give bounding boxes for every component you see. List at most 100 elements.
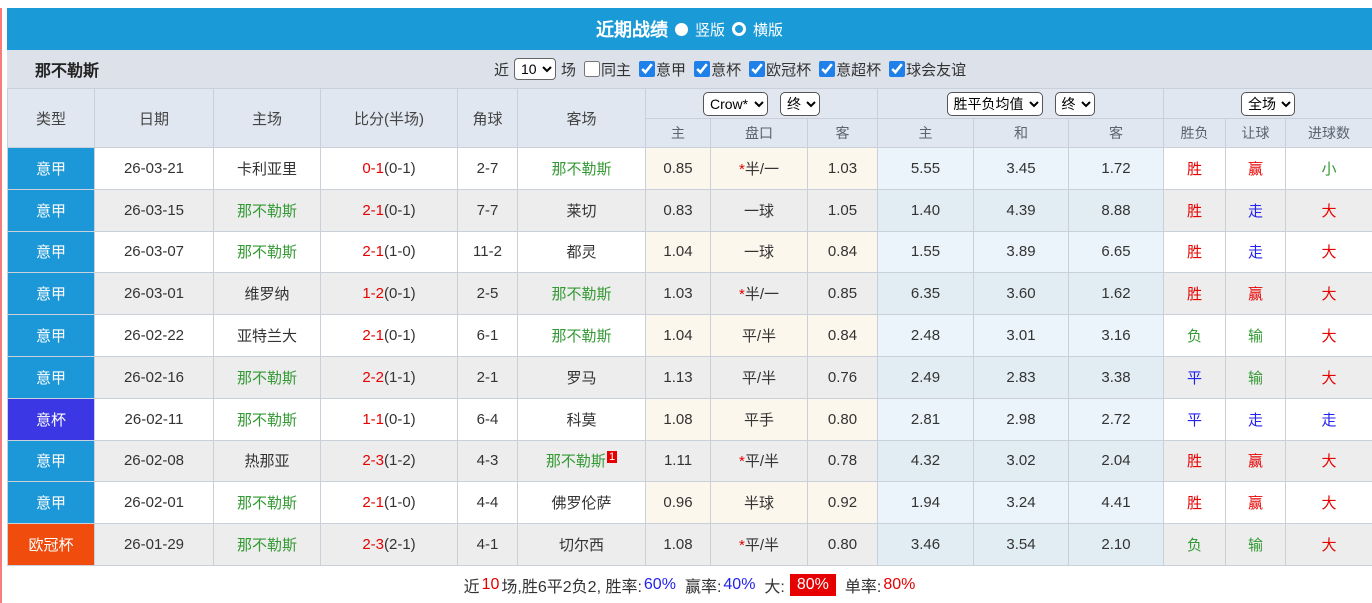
- score: 2-1(0-1): [320, 314, 458, 357]
- handicap-result: 走: [1225, 397, 1287, 441]
- avg-lose: 3.38: [1068, 355, 1165, 399]
- col-header-corners: 角球: [457, 88, 518, 148]
- goals-result: 大: [1285, 481, 1372, 525]
- score: 2-1(1-0): [320, 230, 458, 274]
- league-checkbox-friendly[interactable]: [889, 61, 906, 77]
- avg-draw: 4.39: [973, 188, 1070, 232]
- odds-source-select[interactable]: Crow*: [703, 91, 768, 116]
- subheader-avg-win: 主: [877, 118, 975, 148]
- avg-win: 2.49: [877, 355, 975, 399]
- handicap-result: 赢: [1225, 439, 1287, 483]
- summary-line: 近 10 场,胜6平2负2, 胜率: 60% 赢率: 40% 大: 80% 单率…: [7, 566, 1372, 603]
- summary-big-rate-badge: 80%: [789, 573, 836, 596]
- home-odds: 1.13: [645, 355, 711, 399]
- league-badge: 意甲: [7, 188, 95, 232]
- summary-big-label: 大:: [764, 578, 785, 596]
- home-odds: 0.96: [645, 481, 711, 525]
- score: 2-3(1-2): [320, 439, 458, 483]
- vertical-layout-radio[interactable]: [674, 22, 688, 36]
- handicap: 平手: [710, 397, 808, 441]
- home-team: 那不勒斯: [213, 397, 321, 441]
- home-team: 那不勒斯: [213, 481, 321, 525]
- handicap-result: 赢: [1225, 147, 1287, 190]
- goals-result: 大: [1285, 523, 1372, 566]
- vertical-layout-label[interactable]: 竖版: [695, 19, 725, 40]
- subheader-odds-away: 客: [806, 118, 879, 148]
- scope-select[interactable]: 全场: [1241, 91, 1296, 116]
- result: 胜: [1163, 272, 1227, 316]
- league-badge: 欧冠杯: [7, 523, 95, 566]
- avg-draw: 3.89: [973, 230, 1070, 274]
- home-odds: 1.08: [645, 397, 711, 441]
- match-row: 意甲 26-02-01 那不勒斯 2-1(1-0) 4-4 佛罗伦萨 0.96 半球 0.92 1…: [7, 481, 1372, 525]
- avg-win: 4.32: [877, 439, 975, 483]
- horizontal-layout-label[interactable]: 横版: [753, 19, 783, 40]
- avg-source-select[interactable]: 胜平负均值: [946, 91, 1043, 116]
- recent-count-select[interactable]: 10: [514, 58, 557, 80]
- home-team: 卡利亚里: [213, 147, 321, 190]
- goals-result: 大: [1285, 230, 1372, 274]
- away-team: 切尔西: [517, 523, 646, 566]
- yellow-card-count-badge: 1: [606, 451, 618, 464]
- result: 胜: [1163, 230, 1227, 274]
- col-header-away: 客场: [517, 88, 646, 148]
- corners: 11-2: [457, 230, 518, 274]
- avg-draw: 3.54: [973, 523, 1070, 566]
- avg-lose: 2.10: [1068, 523, 1165, 566]
- match-date: 26-02-08: [94, 439, 214, 483]
- away-team: 科莫: [517, 397, 646, 441]
- league-checkbox-supercup[interactable]: [819, 61, 836, 77]
- page-title: 近期战绩: [595, 20, 668, 40]
- away-odds: 0.80: [806, 523, 879, 566]
- league-label-friendly: 球会友谊: [906, 61, 967, 79]
- handicap-result: 赢: [1225, 272, 1287, 316]
- league-checkbox-coppa-italia[interactable]: [694, 61, 711, 77]
- subheader-handicap: 盘口: [710, 118, 808, 148]
- avg-draw: 3.24: [973, 481, 1070, 525]
- home-odds: 1.04: [645, 230, 711, 274]
- match-date: 26-03-21: [94, 147, 214, 190]
- handicap: 半球: [710, 481, 808, 525]
- summary-handicap-rate: 40%: [723, 575, 756, 593]
- match-row: 意甲 26-02-08 热那亚 2-3(1-2) 4-3 那不勒斯 1 1.11 *平/半 0.7…: [7, 439, 1372, 483]
- avg-time-select[interactable]: 终: [1054, 91, 1095, 116]
- handicap: *平/半: [710, 439, 808, 483]
- left-accent-line: [0, 8, 2, 603]
- result: 负: [1163, 523, 1227, 566]
- away-odds: 0.84: [806, 314, 879, 357]
- corners: 2-5: [457, 272, 518, 316]
- avg-lose: 1.62: [1068, 272, 1165, 316]
- league-checkbox-serie-a[interactable]: [639, 61, 656, 77]
- corners: 7-7: [457, 188, 518, 232]
- horizontal-layout-radio[interactable]: [732, 22, 746, 36]
- avg-lose: 6.65: [1068, 230, 1165, 274]
- col-header-home: 主场: [213, 88, 321, 148]
- league-checkbox-champions[interactable]: [749, 61, 766, 77]
- match-table: 类型 日期 主场 比分(半场) 角球 客场 Crow* 终 胜平负均值 终 全场…: [7, 88, 1372, 566]
- match-row: 意甲 26-02-16 那不勒斯 2-2(1-1) 2-1 罗马 1.13 平/半 0.76 2.…: [7, 355, 1372, 399]
- summary-single-rate-label: 单率:: [844, 578, 882, 596]
- corners: 6-4: [457, 397, 518, 441]
- goals-result: 大: [1285, 439, 1372, 483]
- league-badge: 意甲: [7, 314, 95, 357]
- avg-win: 3.46: [877, 523, 975, 566]
- home-team: 那不勒斯: [213, 188, 321, 232]
- avg-group-header: 胜平负均值 终: [877, 88, 1165, 119]
- away-odds: 0.84: [806, 230, 879, 274]
- summary-handicap-rate-label: 赢率:: [684, 578, 722, 596]
- filter-controls: 近 10 场 同主 意甲 意杯 欧冠杯 意超杯 球会友谊: [494, 50, 966, 88]
- goals-result: 走: [1285, 397, 1372, 441]
- score: 1-1(0-1): [320, 397, 458, 441]
- subheader-result: 胜负: [1163, 118, 1227, 148]
- league-label-supercup: 意超杯: [836, 61, 882, 79]
- odds-time-select[interactable]: 终: [780, 91, 820, 116]
- goals-result: 小: [1285, 147, 1372, 190]
- avg-win: 2.81: [877, 397, 975, 441]
- same-home-checkbox[interactable]: [584, 61, 601, 77]
- handicap: 平/半: [710, 355, 808, 399]
- goals-result: 大: [1285, 272, 1372, 316]
- subheader-avg-lose: 客: [1068, 118, 1165, 148]
- score: 2-2(1-1): [320, 355, 458, 399]
- league-badge: 意甲: [7, 147, 95, 190]
- away-odds: 0.78: [806, 439, 879, 483]
